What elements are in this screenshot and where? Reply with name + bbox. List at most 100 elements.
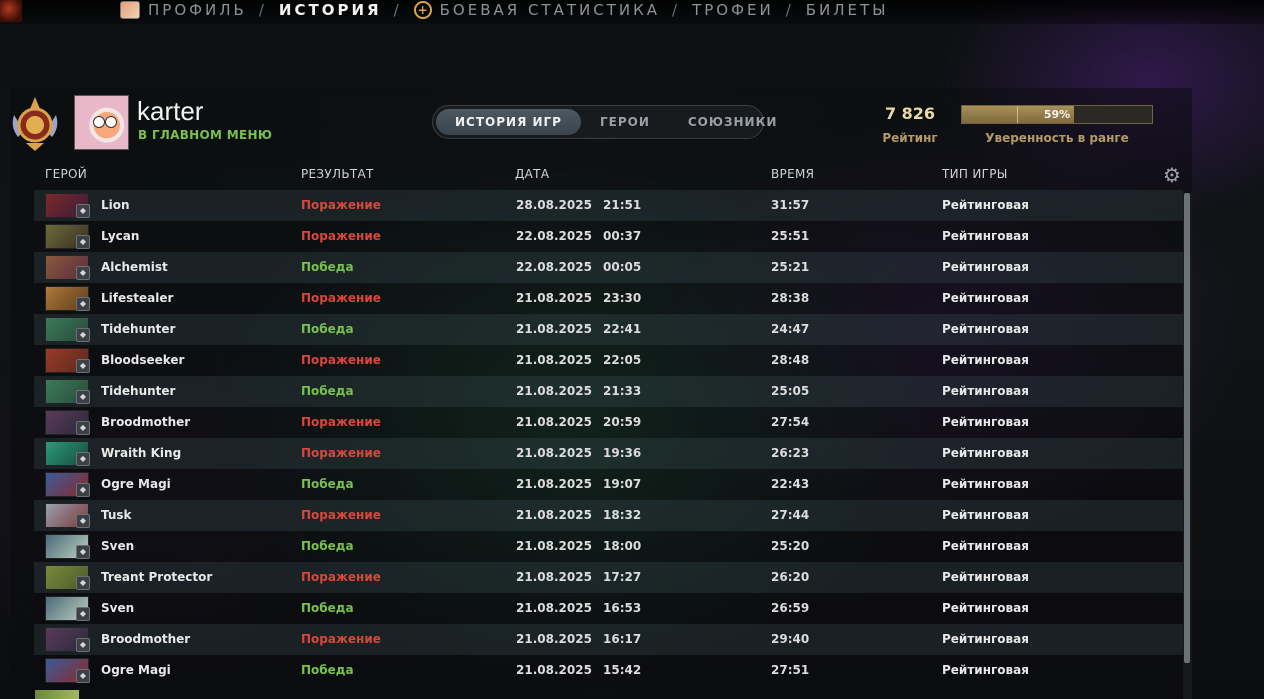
- match-result: Победа: [301, 663, 354, 677]
- match-row[interactable]: ◆ Tidehunter Победа 21.08.2025 22:41 24:47 Рей…: [34, 314, 1183, 345]
- match-row[interactable]: ◆ Lion Поражение 28.08.2025 21:51 31:57 Рейтин…: [34, 190, 1183, 221]
- match-duration: 25:51: [771, 229, 810, 243]
- column-header-hero[interactable]: ГЕРОЙ: [45, 167, 87, 181]
- game-type: Рейтинговая: [942, 322, 1029, 336]
- match-row[interactable]: ◆ Sven Победа 21.08.2025 16:53 26:59 Рейтингов…: [34, 593, 1183, 624]
- column-header-duration[interactable]: ВРЕМЯ: [771, 167, 814, 181]
- hero-name: Wraith King: [101, 446, 182, 460]
- match-duration: 27:54: [771, 415, 810, 429]
- username: karter: [137, 96, 204, 126]
- nav-profile[interactable]: ПРОФИЛЬ: [120, 1, 247, 19]
- hero-role-icon: ◆: [76, 266, 90, 280]
- match-time: 18:00: [603, 539, 642, 553]
- hero-role-icon: ◆: [76, 235, 90, 249]
- match-row[interactable]: ◆ Ogre Magi Победа 21.08.2025 19:07 22:43 Рейт…: [34, 469, 1183, 500]
- match-result: Поражение: [301, 632, 381, 646]
- match-time: 21:33: [603, 384, 642, 398]
- game-type: Рейтинговая: [942, 539, 1029, 553]
- hero-role-icon: ◆: [76, 359, 90, 373]
- match-row[interactable]: ◆ Sven Победа 21.08.2025 18:00 25:20 Рейтингов…: [34, 531, 1183, 562]
- match-duration: 26:59: [771, 601, 810, 615]
- match-date: 21.08.2025: [516, 384, 592, 398]
- game-type: Рейтинговая: [942, 415, 1029, 429]
- scrollbar-thumb[interactable]: [1184, 193, 1190, 663]
- match-row[interactable]: ◆ Alchemist Победа 22.08.2025 00:05 25:21 Рейт…: [34, 252, 1183, 283]
- history-tabs: ИСТОРИЯ ИГР ГЕРОИ СОЮЗНИКИ: [432, 105, 776, 139]
- match-time: 22:41: [603, 322, 642, 336]
- game-type: Рейтинговая: [942, 663, 1029, 677]
- player-status: В ГЛАВНОМ МЕНЮ: [138, 128, 273, 142]
- nav-separator: /: [785, 1, 794, 19]
- match-row[interactable]: ◆ Lifestealer Поражение 21.08.2025 23:30 28:3…: [34, 283, 1183, 314]
- nav-trophies-label: ТРОФЕИ: [692, 1, 774, 19]
- match-time: 19:36: [603, 446, 642, 460]
- game-type: Рейтинговая: [942, 384, 1029, 398]
- hero-name: Lycan: [101, 229, 140, 243]
- hero-name: Alchemist: [101, 260, 168, 274]
- match-row[interactable]: ◆ Broodmother Поражение 21.08.2025 16:17 29:4…: [34, 624, 1183, 655]
- scrollbar[interactable]: [1183, 193, 1192, 699]
- tab-match-history[interactable]: ИСТОРИЯ ИГР: [436, 109, 581, 135]
- top-navigation-bar: ПРОФИЛЬ / ИСТОРИЯ / + БОЕВАЯ СТАТИСТИКА …: [0, 0, 1264, 24]
- match-row[interactable]: ◆ Bloodseeker Поражение 21.08.2025 22:05 28:4…: [34, 345, 1183, 376]
- rank-confidence-bar: 59%: [961, 105, 1153, 124]
- nav-trophies[interactable]: ТРОФЕИ: [692, 1, 774, 19]
- hero-name: Broodmother: [101, 632, 191, 646]
- game-type: Рейтинговая: [942, 446, 1029, 460]
- match-result: Победа: [301, 260, 354, 274]
- nav-tickets[interactable]: БИЛЕТЫ: [806, 1, 889, 19]
- match-date: 21.08.2025: [516, 322, 592, 336]
- match-duration: 27:44: [771, 508, 810, 522]
- hero-role-icon: ◆: [76, 204, 90, 218]
- tab-allies[interactable]: СОЮЗНИКИ: [669, 109, 797, 135]
- match-duration: 25:05: [771, 384, 810, 398]
- game-type: Рейтинговая: [942, 198, 1029, 212]
- hero-role-icon: ◆: [76, 545, 90, 559]
- game-type: Рейтинговая: [942, 570, 1029, 584]
- rank-medal-icon[interactable]: [10, 93, 60, 153]
- column-header-game-type[interactable]: ТИП ИГРЫ: [942, 167, 1008, 181]
- match-row[interactable]: ◆ Broodmother Поражение 21.08.2025 20:59 27:5…: [34, 407, 1183, 438]
- match-result: Поражение: [301, 291, 381, 305]
- nav-tickets-label: БИЛЕТЫ: [805, 1, 889, 19]
- match-duration: 25:20: [771, 539, 810, 553]
- match-row[interactable]: ◆ Tidehunter Победа 21.08.2025 21:33 25:05 Рей…: [34, 376, 1183, 407]
- rating-label: Рейтинг: [882, 131, 938, 145]
- match-history-panel: karter В ГЛАВНОМ МЕНЮ ИСТОРИЯ ИГР ГЕРОИ …: [10, 88, 1192, 699]
- match-time: 17:27: [603, 570, 642, 584]
- match-date: 21.08.2025: [516, 446, 592, 460]
- match-date: 21.08.2025: [516, 663, 592, 677]
- match-row[interactable]: ◆ Tusk Поражение 21.08.2025 18:32 27:44 Рейтин…: [34, 500, 1183, 531]
- match-row[interactable]: ◆ Wraith King Поражение 21.08.2025 19:36 26:2…: [34, 438, 1183, 469]
- game-type: Рейтинговая: [942, 291, 1029, 305]
- match-time: 16:17: [603, 632, 642, 646]
- match-duration: 28:38: [771, 291, 810, 305]
- hero-name: Broodmother: [101, 415, 191, 429]
- match-time: 23:30: [603, 291, 642, 305]
- match-date: 22.08.2025: [516, 229, 592, 243]
- hero-role-icon: ◆: [76, 514, 90, 528]
- match-result: Поражение: [301, 570, 381, 584]
- hero-role-icon: ◆: [76, 297, 90, 311]
- match-row[interactable]: ◆ Ogre Magi Победа 21.08.2025 15:42 27:51 Рейт…: [34, 655, 1183, 686]
- tab-heroes[interactable]: ГЕРОИ: [581, 109, 669, 135]
- avatar[interactable]: [74, 95, 129, 150]
- game-type: Рейтинговая: [942, 260, 1029, 274]
- nav-history[interactable]: ИСТОРИЯ: [279, 1, 382, 19]
- game-type: Рейтинговая: [942, 477, 1029, 491]
- column-header-date[interactable]: ДАТА: [515, 167, 549, 181]
- nav-battle-stats[interactable]: + БОЕВАЯ СТАТИСТИКА: [413, 1, 660, 19]
- column-header-result[interactable]: РЕЗУЛЬТАТ: [301, 167, 374, 181]
- match-date: 22.08.2025: [516, 260, 592, 274]
- match-duration: 24:47: [771, 322, 810, 336]
- profile-header: karter В ГЛАВНОМ МЕНЮ ИСТОРИЯ ИГР ГЕРОИ …: [10, 88, 1192, 158]
- match-date: 21.08.2025: [516, 477, 592, 491]
- gear-icon[interactable]: ⚙: [1161, 164, 1183, 186]
- match-date: 21.08.2025: [516, 601, 592, 615]
- hero-role-icon: ◆: [76, 452, 90, 466]
- match-row[interactable]: ◆ Lycan Поражение 22.08.2025 00:37 25:51 Рейти…: [34, 221, 1183, 252]
- game-type: Рейтинговая: [942, 632, 1029, 646]
- match-row[interactable]: ◆ Treant Protector Поражение 21.08.2025 17:2…: [34, 562, 1183, 593]
- match-date: 21.08.2025: [516, 291, 592, 305]
- nav-separator: /: [258, 1, 267, 19]
